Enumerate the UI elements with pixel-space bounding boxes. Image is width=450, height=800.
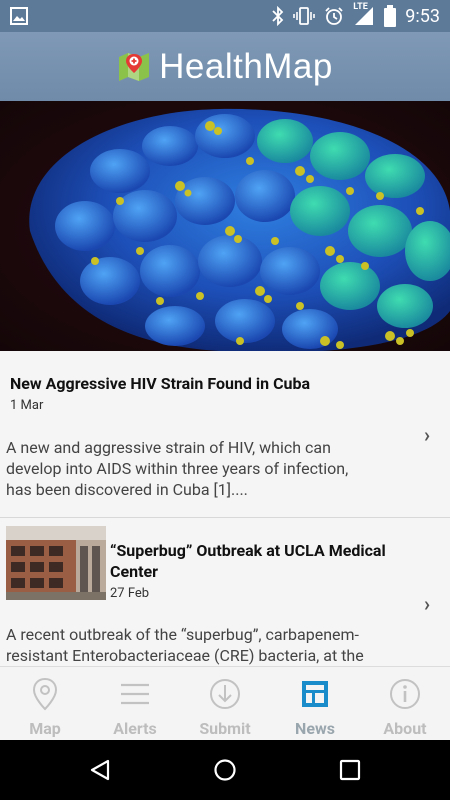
app-title: HealthMap [159, 46, 333, 86]
alarm-icon [325, 7, 343, 25]
virus-micrograph-image [0, 101, 450, 351]
tab-news-label: News [295, 719, 335, 738]
news-feed[interactable]: New Aggressive HIV Strain Found in Cuba … [0, 351, 450, 666]
featured-article-image[interactable] [0, 101, 450, 351]
tab-alerts[interactable]: Alerts [90, 667, 180, 741]
chevron-right-icon[interactable]: › [424, 423, 430, 447]
tab-about[interactable]: About [360, 667, 450, 741]
cell-signal-icon: LTE [353, 2, 375, 27]
bottom-navigation: Map Alerts Submit News About [0, 666, 450, 741]
tab-map-label: Map [29, 719, 61, 738]
tab-map[interactable]: Map [0, 667, 90, 741]
menu-lines-icon [121, 683, 149, 705]
image-notification-icon [10, 7, 28, 25]
home-icon[interactable] [213, 758, 237, 782]
recents-icon[interactable] [338, 758, 362, 782]
news-card-title: New Aggressive HIV Strain Found in Cuba [10, 374, 311, 393]
news-card[interactable]: New Aggressive HIV Strain Found in Cuba … [0, 351, 450, 518]
news-card-thumbnail [6, 526, 106, 600]
info-icon [390, 679, 420, 709]
news-card-date: 27 Feb [110, 586, 150, 601]
news-icon [302, 681, 328, 707]
status-bar: LTE 9:53 [0, 0, 450, 32]
tab-alerts-label: Alerts [113, 719, 157, 738]
map-pin-icon [32, 677, 58, 711]
download-circle-icon [210, 679, 240, 709]
status-time: 9:53 [405, 5, 440, 27]
chevron-right-icon[interactable]: › [424, 592, 430, 616]
tab-about-label: About [383, 719, 427, 738]
tab-news[interactable]: News [270, 667, 360, 741]
battery-icon [384, 5, 397, 27]
tab-submit-label: Submit [199, 719, 251, 738]
app-header: HealthMap [0, 32, 450, 101]
vibrate-icon [293, 7, 316, 25]
news-card-summary: A new and aggressive strain of HIV, whic… [6, 438, 349, 499]
news-card-date: 1 Mar [10, 398, 44, 413]
tab-submit[interactable]: Submit [180, 667, 270, 741]
back-icon[interactable] [88, 758, 112, 782]
news-card[interactable]: “Superbug” Outbreak at UCLA Medical Cent… [0, 518, 450, 666]
bluetooth-icon [272, 6, 284, 26]
news-card-summary: A recent outbreak of the “superbug”, car… [6, 625, 364, 665]
system-navigation-bar [0, 740, 450, 800]
network-type-label: LTE [353, 2, 368, 12]
healthmap-logo-icon [119, 52, 150, 81]
news-card-title: “Superbug” Outbreak at UCLA Medical Cent… [110, 541, 386, 581]
